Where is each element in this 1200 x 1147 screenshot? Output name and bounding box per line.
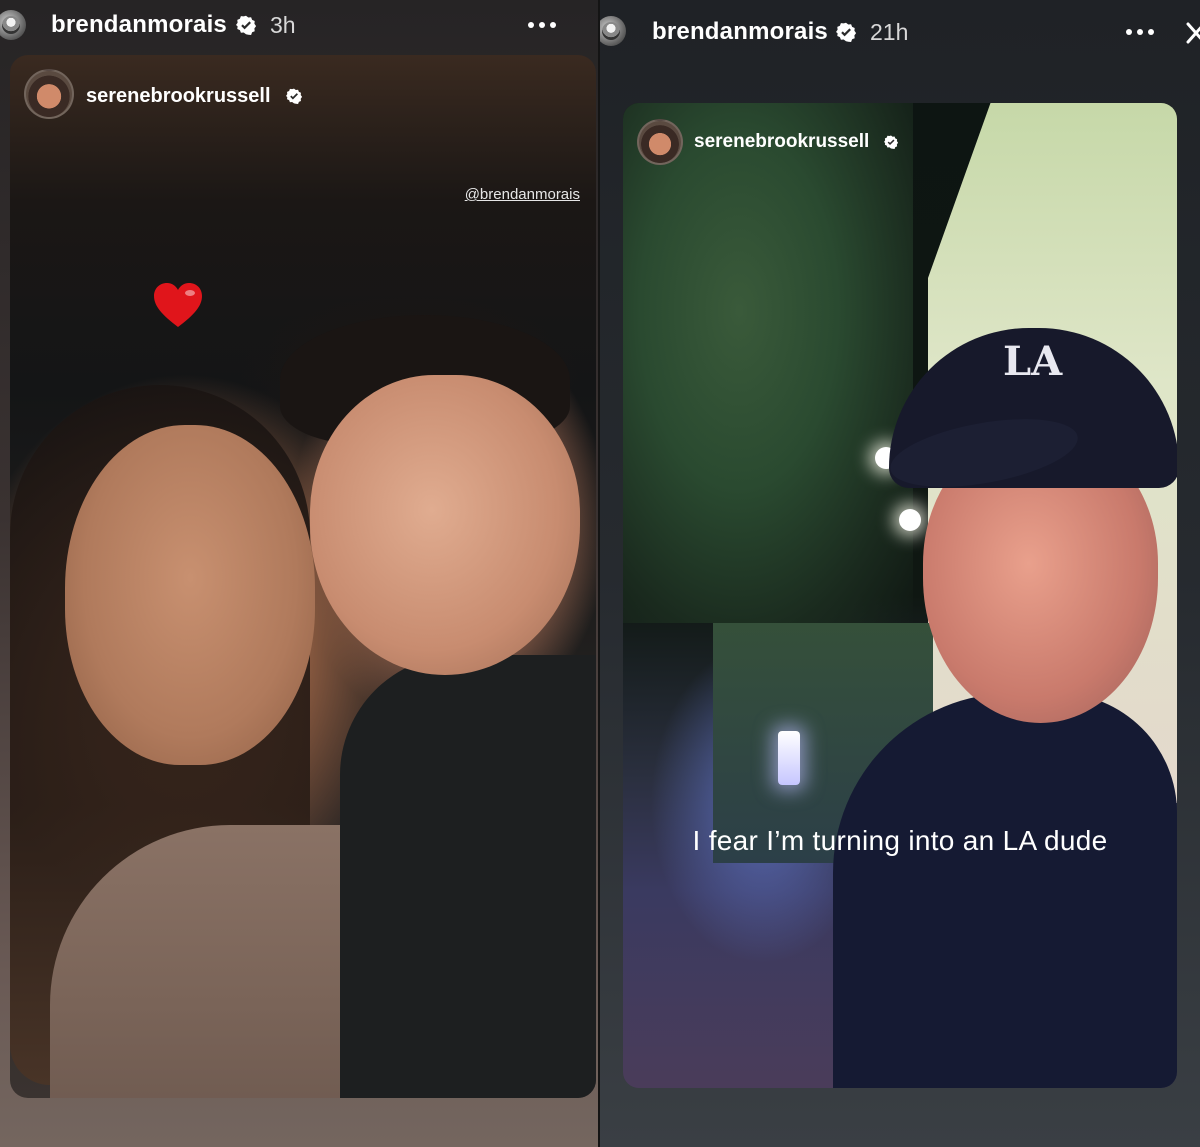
mention-sticker[interactable]: @brendanmorais [465,186,580,203]
photo-region [340,655,596,1098]
author-avatar[interactable] [600,16,626,46]
story-header-left: brendanmorais 3h [0,0,600,54]
reshared-story-photo[interactable]: serenebrookrussell @brendanmorais [10,55,596,1098]
cap-logo: LA [1003,338,1063,385]
photo-region [310,375,580,675]
verified-badge-icon [836,22,856,42]
story-author-avatar[interactable] [24,69,74,119]
verified-badge-icon [286,88,302,104]
story-header-right: brendanmorais 21h [600,0,1200,54]
heart-sticker-icon [154,283,202,327]
post-time: 21h [870,19,909,45]
story-author-username[interactable]: serenebrookrussell [86,85,271,108]
author-avatar[interactable] [0,10,26,40]
story-author-username[interactable]: serenebrookrussell [694,131,869,153]
close-icon[interactable] [1186,20,1200,46]
author-username[interactable]: brendanmorais [652,18,828,46]
author-username[interactable]: brendanmorais [51,11,227,39]
photo-region [623,103,913,623]
photo-region [833,693,1177,1088]
more-options-icon[interactable] [528,20,562,30]
story-panel-left: brendanmorais 3h serenebrookrussell @bre… [0,0,600,1147]
post-time: 3h [270,12,296,38]
story-panel-right: brendanmorais 21h LA serenebrookrussell … [600,0,1200,1147]
story-author-avatar[interactable] [637,119,683,165]
reshared-story-video[interactable]: LA serenebrookrussell I fear I’m turning… [623,103,1177,1088]
photo-region [65,425,315,765]
photo-region [899,509,921,531]
verified-badge-icon [884,135,898,149]
photo-region [778,731,800,785]
story-caption: I fear I’m turning into an LA dude [692,825,1108,856]
verified-badge-icon [236,15,256,35]
more-options-icon[interactable] [1126,27,1160,37]
